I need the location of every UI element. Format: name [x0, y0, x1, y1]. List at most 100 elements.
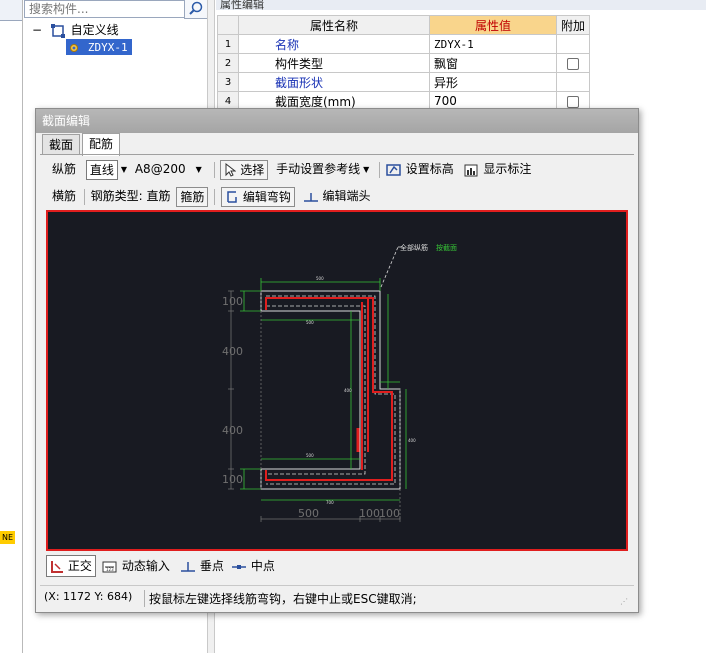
- midpoint-icon: [232, 564, 246, 569]
- inner-dashed-outline: [266, 295, 396, 485]
- elevation-icon: [386, 163, 401, 176]
- property-row[interactable]: 1 名称 ZDYX-1: [217, 34, 591, 54]
- dialog-title[interactable]: 截面编辑: [36, 109, 638, 133]
- dynamic-input-label: 动态输入: [121, 559, 170, 573]
- cursor-icon: [225, 163, 237, 177]
- dynamic-input-button[interactable]: 123 动态输入: [102, 555, 170, 577]
- extra-checkbox[interactable]: [567, 57, 579, 70]
- line-mode-button[interactable]: 直线: [85, 159, 118, 180]
- toolbar-separator: [379, 161, 381, 178]
- tab-rebar[interactable]: 配筋: [82, 133, 121, 156]
- stirrup-label: 箍筋: [180, 189, 205, 204]
- dim-bottom: 100: [379, 507, 400, 520]
- svg-text:123: 123: [106, 567, 114, 572]
- show-labels-label: 显示标注: [483, 162, 532, 176]
- tab-section[interactable]: 截面: [42, 134, 81, 155]
- toolbar-transverse: 横筋 钢筋类型: 直筋 箍筋 编辑弯钩 编辑端头: [52, 185, 371, 207]
- ortho-icon: [51, 560, 63, 573]
- property-panel-title: 属性编辑: [216, 0, 706, 10]
- property-name: 构件类型: [238, 53, 430, 73]
- set-elevation-button[interactable]: 设置标高: [386, 162, 458, 176]
- hook-icon: [227, 191, 237, 203]
- annotation-all-rebar: 全部纵筋: [400, 243, 428, 252]
- snap-toolbar: 正交 123 动态输入 垂点 中点: [46, 555, 628, 577]
- spec-select[interactable]: A8@200 ▼: [135, 162, 202, 176]
- property-value[interactable]: ZDYX-1: [429, 34, 557, 54]
- property-extra: [555, 72, 591, 92]
- dim-left: 100: [222, 295, 243, 308]
- property-value[interactable]: 异形: [429, 72, 557, 92]
- edit-hook-label: 编辑弯钩: [242, 189, 291, 204]
- annotation-by-section: 按截面: [436, 243, 457, 252]
- show-labels-button[interactable]: 显示标注: [464, 162, 532, 176]
- dynamic-input-icon: 123: [102, 561, 117, 572]
- property-name: 截面形状: [238, 72, 430, 92]
- svg-text:400: 400: [344, 388, 352, 393]
- property-value-header: 属性值: [429, 15, 557, 35]
- row-number: 1: [217, 34, 239, 54]
- svg-text:400: 400: [408, 438, 416, 443]
- set-elevation-label: 设置标高: [405, 162, 454, 176]
- section-drawing[interactable]: 全部纵筋 按截面 500500500 700400400 100 400 400…: [48, 212, 626, 549]
- drawing-canvas[interactable]: 全部纵筋 按截面 500 500 500 700 400 400 100 400…: [46, 210, 628, 551]
- svg-text:700: 700: [326, 500, 334, 505]
- chevron-down-icon: ▼: [363, 164, 370, 174]
- label-icon: [464, 164, 478, 176]
- toolbar-separator: [214, 188, 216, 205]
- line-mode-label: 直线: [89, 162, 114, 177]
- spec-value: A8@200: [134, 162, 186, 176]
- property-header-row: 属性名称 属性值 附加: [217, 15, 591, 35]
- property-value[interactable]: 飘窗: [429, 53, 557, 73]
- select-button[interactable]: 选择: [220, 159, 269, 180]
- perpendicular-button[interactable]: 垂点: [180, 555, 224, 577]
- property-extra: [555, 53, 591, 73]
- custom-line-icon: [50, 23, 65, 38]
- resize-grip-icon[interactable]: ⋰: [620, 597, 628, 606]
- property-extra: [555, 34, 591, 54]
- row-number: 3: [217, 72, 239, 92]
- search-icon: [189, 1, 203, 15]
- property-name: 名称: [238, 34, 430, 54]
- tree-node-label: 自定义线: [70, 23, 119, 37]
- midpoint-button[interactable]: 中点: [231, 555, 275, 577]
- transverse-label: 横筋: [52, 189, 77, 203]
- extra-checkbox[interactable]: [567, 95, 579, 108]
- select-label: 选择: [240, 162, 265, 177]
- property-row[interactable]: 2 构件类型 飘窗: [217, 53, 591, 73]
- midpoint-label: 中点: [250, 559, 275, 573]
- perpendicular-label: 垂点: [199, 559, 224, 573]
- tree-node-custom-line[interactable]: − 自定义线: [32, 22, 119, 38]
- dim-left: 400: [222, 424, 243, 437]
- dim-left: 400: [222, 345, 243, 358]
- grey-dimension-lines: [228, 290, 401, 522]
- ortho-label: 正交: [67, 559, 92, 573]
- property-row[interactable]: 3 截面形状 异形: [217, 72, 591, 92]
- chevron-down-icon: ▼: [195, 164, 202, 174]
- search-button[interactable]: [184, 0, 208, 19]
- property-table: 属性名称 属性值 附加 1 名称 ZDYX-1 2 构件类型 飘窗 3 截面形状…: [217, 15, 591, 111]
- tree-node-zdyx-1[interactable]: ZDYX-1: [66, 39, 132, 55]
- edit-hook-button[interactable]: 编辑弯钩: [221, 186, 295, 207]
- stirrup-button[interactable]: 箍筋: [176, 186, 209, 207]
- edit-end-label: 编辑端头: [322, 189, 371, 203]
- longitudinal-label: 纵筋: [52, 162, 77, 176]
- rebar-outer[interactable]: [265, 297, 393, 481]
- gear-icon: [70, 43, 78, 52]
- edit-end-button[interactable]: 编辑端头: [303, 189, 371, 203]
- perpendicular-icon: [181, 561, 195, 572]
- chevron-down-icon[interactable]: ▼: [121, 165, 127, 174]
- annotation-leader: [380, 246, 399, 288]
- manual-ref-line-button[interactable]: 手动设置参考线 ▼: [276, 162, 369, 176]
- toolbar-separator: [83, 188, 85, 205]
- collapse-icon[interactable]: −: [32, 22, 42, 38]
- cursor-coordinates: (X: 1172 Y: 684): [44, 590, 133, 603]
- ortho-button[interactable]: 正交: [46, 555, 96, 577]
- status-bar: (X: 1172 Y: 684) 按鼠标左键选择线筋弯钩，右键中止或ESC键取消…: [40, 585, 634, 610]
- left-column-header: [0, 0, 22, 21]
- rebar-type-label: 钢筋类型: 直筋: [90, 189, 171, 203]
- toolbar-separator: [213, 161, 215, 178]
- dim-bottom: 500: [298, 507, 319, 520]
- search-input[interactable]: 搜索构件...: [24, 0, 188, 18]
- svg-text:500: 500: [306, 320, 314, 325]
- manual-ref-label: 手动设置参考线: [276, 162, 361, 176]
